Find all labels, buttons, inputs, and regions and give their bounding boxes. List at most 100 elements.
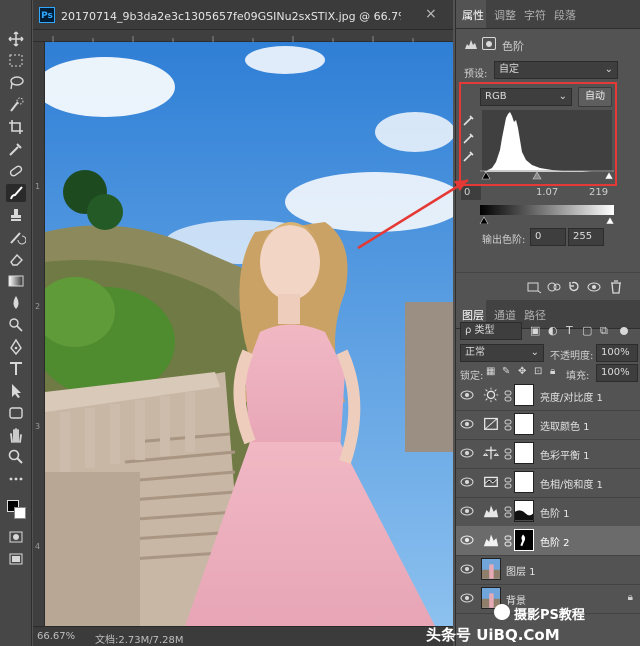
layer-row[interactable]: 选取颜色 1 [456, 410, 640, 440]
history-brush-tool-icon[interactable] [6, 228, 26, 246]
input-levels-slider[interactable] [480, 170, 614, 180]
layer-name: 亮度/对比度 1 [540, 393, 603, 404]
visibility-icon[interactable] [586, 280, 602, 294]
background-color-swatch[interactable] [14, 507, 26, 519]
gray-point-eyedropper-icon[interactable] [462, 131, 476, 145]
channel-dropdown[interactable]: RGB ⌄ [480, 88, 572, 106]
hue-saturation-icon [481, 471, 501, 493]
preset-dropdown[interactable]: 自定 ⌄ [494, 61, 618, 79]
input-white-value[interactable]: 219 [589, 187, 608, 198]
lock-position-icon[interactable]: ✥ [518, 366, 526, 377]
reset-icon[interactable] [566, 280, 582, 294]
tab-layers[interactable]: 图层 [462, 307, 484, 323]
layer-mask-thumb[interactable] [514, 413, 534, 435]
layer-row[interactable]: 图层 1 [456, 555, 640, 585]
view-previous-state-icon[interactable] [546, 280, 562, 294]
lock-artboard-icon[interactable]: ⊡ [534, 366, 542, 377]
input-black-field[interactable]: 0 [461, 186, 481, 200]
tab-channels[interactable]: 通道 [494, 307, 516, 323]
clip-to-layer-icon[interactable] [526, 280, 542, 294]
chevron-down-icon: ⌄ [604, 64, 613, 75]
blur-tool-icon[interactable] [6, 294, 26, 312]
layer-row[interactable]: 色相/饱和度 1 [456, 468, 640, 498]
eye-icon[interactable] [460, 418, 474, 430]
layer-row[interactable]: 亮度/对比度 1 [456, 381, 640, 411]
blend-mode-dropdown[interactable]: 正常 ⌄ [460, 344, 544, 362]
link-icon[interactable] [504, 448, 512, 460]
layer-filter-dropdown[interactable]: ρ 类型 [460, 322, 522, 340]
white-point-eyedropper-icon[interactable] [462, 149, 476, 163]
layer-mask-thumb[interactable] [514, 471, 534, 493]
canvas-area[interactable] [45, 42, 453, 626]
layer-filter-value: ρ 类型 [465, 325, 495, 336]
layer-row[interactable]: 色彩平衡 1 [456, 439, 640, 469]
tab-adjustments[interactable]: 调整 [494, 7, 516, 23]
tab-paragraph[interactable]: 段落 [554, 7, 576, 23]
healing-brush-tool-icon[interactable] [6, 162, 26, 180]
type-filter-icon[interactable]: T [566, 324, 573, 337]
lock-all-icon[interactable]: 🔒︎ [550, 366, 555, 377]
eye-icon[interactable] [460, 476, 474, 488]
quick-select-tool-icon[interactable] [6, 96, 26, 114]
layer-mask-thumb[interactable] [514, 384, 534, 406]
layer-mask-thumb[interactable] [514, 529, 534, 551]
horizontal-ruler [33, 30, 453, 42]
tab-properties[interactable]: 属性 [462, 7, 484, 23]
adjustment-filter-icon[interactable]: ◐ [548, 324, 558, 337]
input-gamma-value[interactable]: 1.07 [536, 187, 558, 198]
eye-icon[interactable] [460, 505, 474, 517]
layer-mask-thumb[interactable] [514, 500, 534, 522]
shape-tool-icon[interactable] [6, 404, 26, 422]
lasso-tool-icon[interactable] [6, 74, 26, 92]
close-document-button[interactable]: × [425, 6, 437, 22]
eye-icon[interactable] [460, 389, 474, 401]
more-tools-icon[interactable] [6, 470, 26, 488]
shape-filter-icon[interactable]: ▢ [582, 324, 592, 337]
lock-pixels-icon[interactable]: ✎ [502, 366, 510, 377]
smart-object-filter-icon[interactable]: ⧉ [600, 324, 608, 338]
quick-mask-icon[interactable] [6, 528, 26, 546]
opacity-field[interactable]: 100% [596, 344, 638, 362]
layer-row[interactable]: 色阶 2 [456, 526, 640, 556]
tab-paths[interactable]: 路径 [524, 307, 546, 323]
eraser-tool-icon[interactable] [6, 250, 26, 268]
move-tool-icon[interactable] [6, 30, 26, 48]
black-point-eyedropper-icon[interactable] [462, 113, 476, 127]
tab-character[interactable]: 字符 [524, 7, 546, 23]
image-filter-icon[interactable]: ▣ [530, 324, 540, 337]
eyedropper-tool-icon[interactable] [6, 140, 26, 158]
output-white-field[interactable]: 255 [568, 228, 604, 246]
document-tab[interactable]: Ps 20170714_9b3da2e3c1305657fe09GSINu2sx… [33, 0, 453, 30]
layer-row[interactable]: 色阶 1 [456, 497, 640, 527]
type-tool-icon[interactable] [6, 360, 26, 378]
eye-icon[interactable] [460, 534, 474, 546]
gradient-tool-icon[interactable] [6, 272, 26, 290]
zoom-level[interactable]: 66.67% [37, 631, 75, 642]
link-icon[interactable] [504, 535, 512, 547]
eye-icon[interactable] [460, 563, 474, 575]
eye-icon[interactable] [460, 447, 474, 459]
filter-toggle-icon[interactable] [620, 327, 628, 335]
crop-tool-icon[interactable] [6, 118, 26, 136]
zoom-tool-icon[interactable] [6, 448, 26, 466]
link-icon[interactable] [504, 419, 512, 431]
link-icon[interactable] [504, 506, 512, 518]
hand-tool-icon[interactable] [6, 426, 26, 444]
pen-tool-icon[interactable] [6, 338, 26, 356]
output-black-field[interactable]: 0 [530, 228, 566, 246]
link-icon[interactable] [504, 390, 512, 402]
layer-mask-thumb[interactable] [514, 442, 534, 464]
screen-mode-icon[interactable] [6, 550, 26, 568]
link-icon[interactable] [504, 477, 512, 489]
dodge-tool-icon[interactable] [6, 316, 26, 334]
path-selection-tool-icon[interactable] [6, 382, 26, 400]
fill-field[interactable]: 100% [596, 364, 638, 382]
output-levels-slider[interactable] [478, 215, 616, 224]
trash-icon[interactable] [608, 280, 624, 294]
brush-tool-icon[interactable] [6, 184, 26, 202]
clone-stamp-tool-icon[interactable] [6, 206, 26, 224]
mask-icon[interactable] [482, 37, 496, 50]
lock-transparent-icon[interactable]: ▦ [486, 366, 495, 377]
marquee-tool-icon[interactable] [6, 52, 26, 70]
auto-button[interactable]: 自动 [578, 87, 612, 107]
